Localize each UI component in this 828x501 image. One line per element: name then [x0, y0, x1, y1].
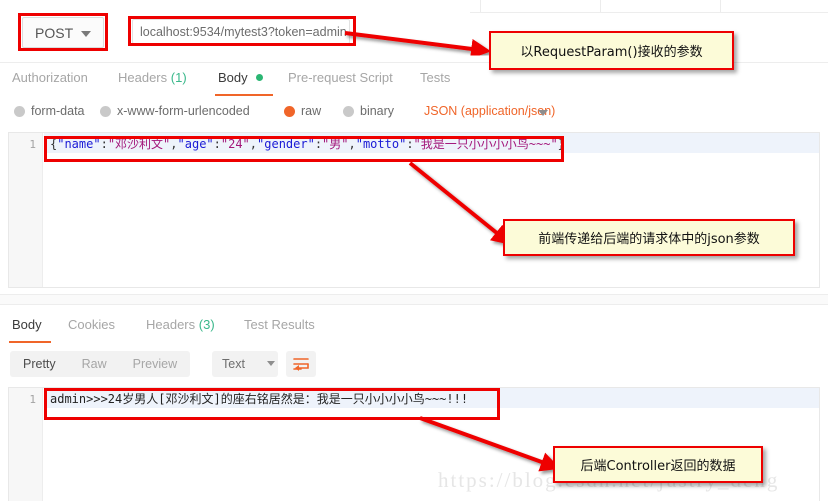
top-column-separator — [600, 0, 601, 12]
tab-pre-request-script[interactable]: Pre-request Script — [288, 70, 393, 85]
tab-label: Headers — [146, 317, 196, 332]
response-format-group: Pretty Raw Preview — [10, 351, 191, 377]
json-token: "name" — [57, 136, 101, 151]
radio-binary[interactable]: binary — [343, 104, 394, 118]
callout-text: 前端传递给后端的请求体中的json参数 — [538, 232, 760, 247]
tab-label: Cookies — [68, 317, 115, 332]
chevron-down-icon[interactable] — [267, 361, 275, 366]
json-token: : — [314, 136, 323, 151]
tab-headers[interactable]: Headers (1) — [118, 70, 187, 85]
tab-tests[interactable]: Tests — [420, 70, 450, 85]
format-preview-button[interactable]: Preview — [120, 351, 190, 377]
tab-authorization[interactable]: Authorization — [12, 70, 88, 85]
request-body-editor[interactable]: 1 {"name":"邓沙利文","age":"24","gender":"男"… — [8, 132, 820, 288]
callout-json-body: 前端传递给后端的请求体中的json参数 — [503, 219, 795, 256]
radio-raw[interactable]: raw — [284, 104, 321, 118]
json-token: : — [100, 136, 108, 151]
format-pretty-button[interactable]: Pretty — [10, 351, 69, 377]
json-token: } — [557, 136, 565, 151]
json-token: , — [170, 136, 178, 151]
url-input[interactable]: localhost:9534/mytest3?token=admin — [132, 19, 350, 44]
response-editor-gutter: 1 — [9, 388, 43, 501]
json-token: , — [249, 136, 258, 151]
radio-icon — [100, 105, 111, 117]
json-token: "age" — [177, 136, 214, 151]
json-token: "motto" — [355, 136, 407, 151]
radio-label: form-data — [31, 104, 85, 118]
callout-text: 以RequestParam()接收的参数 — [520, 45, 703, 60]
tab-body[interactable]: Body — [218, 70, 264, 85]
response-toolbar: Pretty Raw Preview Text — [0, 343, 828, 385]
tab-label: Body — [218, 70, 248, 85]
callout-controller-response: 后端Controller返回的数据 — [553, 446, 763, 483]
panel-splitter[interactable] — [0, 294, 828, 305]
tab-label: Test Results — [244, 317, 315, 332]
chevron-down-icon — [81, 31, 91, 37]
callout-request-param: 以RequestParam()接收的参数 — [489, 31, 734, 70]
json-token: "gender" — [257, 136, 315, 151]
line-number: 1 — [29, 393, 36, 406]
url-value: localhost:9534/mytest3?token=admin — [140, 24, 347, 39]
response-body-text: admin>>>24岁男人[邓沙利文]的座右铭居然是：我是一只小小小小鸟~~~!… — [44, 388, 819, 408]
raw-format-select[interactable]: JSON (application/json) — [424, 104, 555, 118]
top-column-separator — [480, 0, 481, 12]
http-method-label: POST — [35, 24, 74, 41]
radio-label: binary — [360, 104, 395, 118]
response-tab-cookies[interactable]: Cookies — [68, 317, 115, 332]
tab-label: Headers — [118, 70, 168, 85]
response-tabs: Body Cookies Headers (3) Test Results — [0, 305, 828, 344]
line-number: 1 — [29, 138, 36, 151]
radio-x-www-form-urlencoded[interactable]: x-www-form-urlencoded — [100, 104, 250, 118]
radio-icon — [343, 105, 354, 117]
tab-label: Body — [12, 317, 42, 332]
radio-form-data[interactable]: form-data — [14, 104, 85, 118]
unsaved-dot-icon — [256, 74, 264, 81]
tab-label: Authorization — [12, 70, 88, 85]
format-label: Pretty — [23, 357, 56, 371]
radio-label: x-www-form-urlencoded — [117, 104, 250, 118]
request-editor-gutter: 1 — [9, 133, 43, 287]
json-token: "24" — [220, 136, 250, 151]
radio-icon — [14, 105, 25, 117]
format-label: Preview — [132, 357, 178, 371]
format-label: Raw — [81, 357, 107, 371]
body-type-row: form-data x-www-form-urlencoded raw bina… — [0, 96, 828, 128]
request-body-text: {"name":"邓沙利文","age":"24","gender":"男","… — [50, 135, 565, 152]
json-token: : — [213, 136, 221, 151]
chevron-down-icon[interactable] — [538, 110, 548, 116]
response-tab-headers[interactable]: Headers (3) — [146, 317, 215, 332]
request-body-code-line[interactable]: {"name":"邓沙利文","age":"24","gender":"男","… — [44, 133, 819, 153]
response-tab-body[interactable]: Body — [12, 317, 42, 332]
tab-label: Pre-request Script — [288, 70, 393, 85]
http-method-select[interactable]: POST — [22, 17, 104, 48]
response-body-viewer[interactable]: 1 admin>>>24岁男人[邓沙利文]的座右铭居然是：我是一只小小小小鸟~~… — [8, 387, 820, 501]
radio-label: raw — [301, 104, 322, 118]
word-wrap-icon[interactable] — [286, 351, 316, 377]
tab-count: (1) — [170, 70, 187, 85]
tab-count: (3) — [198, 317, 215, 332]
top-column-separator — [720, 0, 721, 12]
json-token: , — [348, 136, 356, 151]
callout-text: 后端Controller返回的数据 — [580, 459, 736, 474]
json-token: "邓沙利文" — [107, 136, 171, 151]
json-token: "男" — [322, 136, 349, 151]
top-divider — [470, 12, 828, 13]
json-token: : — [406, 136, 414, 151]
tab-label: Tests — [420, 70, 451, 85]
json-token: "我是一只小小小小鸟~~~" — [413, 136, 558, 151]
response-tab-test-results[interactable]: Test Results — [244, 317, 315, 332]
raw-format-label: JSON (application/json) — [424, 104, 556, 118]
response-type-label: Text — [222, 357, 245, 371]
radio-icon-selected — [284, 105, 295, 117]
format-raw-button[interactable]: Raw — [69, 351, 120, 377]
